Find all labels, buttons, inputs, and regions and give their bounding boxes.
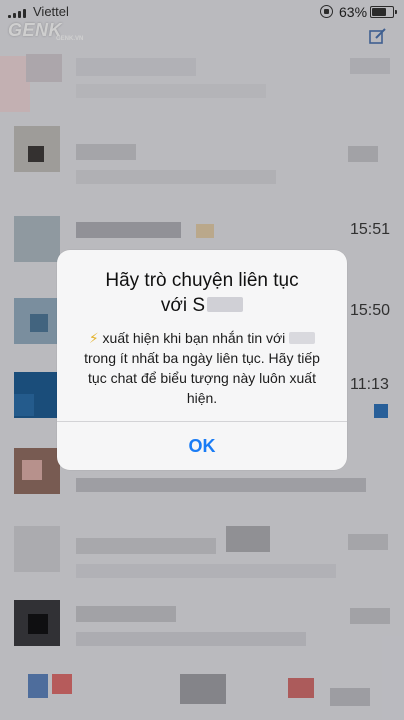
blurred-name: [207, 297, 244, 312]
alert-message-part2: trong ít nhất ba ngày liên tục. Hãy tiếp…: [84, 350, 320, 406]
alert-title: Hãy trò chuyện liên tục với S: [79, 268, 325, 318]
alert-title-line1: Hãy trò chuyện liên tục: [105, 270, 299, 291]
alert-message-part1: xuất hiện khi bạn nhắn tin với: [102, 330, 286, 346]
ok-button[interactable]: OK: [57, 422, 347, 470]
lightning-bolt-icon: ⚡: [88, 330, 99, 346]
alert-title-line2: với S: [160, 295, 206, 316]
blurred-name: [289, 332, 316, 344]
streak-alert-dialog: Hãy trò chuyện liên tục với S ⚡ xuất hiệ…: [57, 250, 347, 470]
alert-message: ⚡ xuất hiện khi bạn nhắn tin với trong í…: [77, 328, 327, 408]
